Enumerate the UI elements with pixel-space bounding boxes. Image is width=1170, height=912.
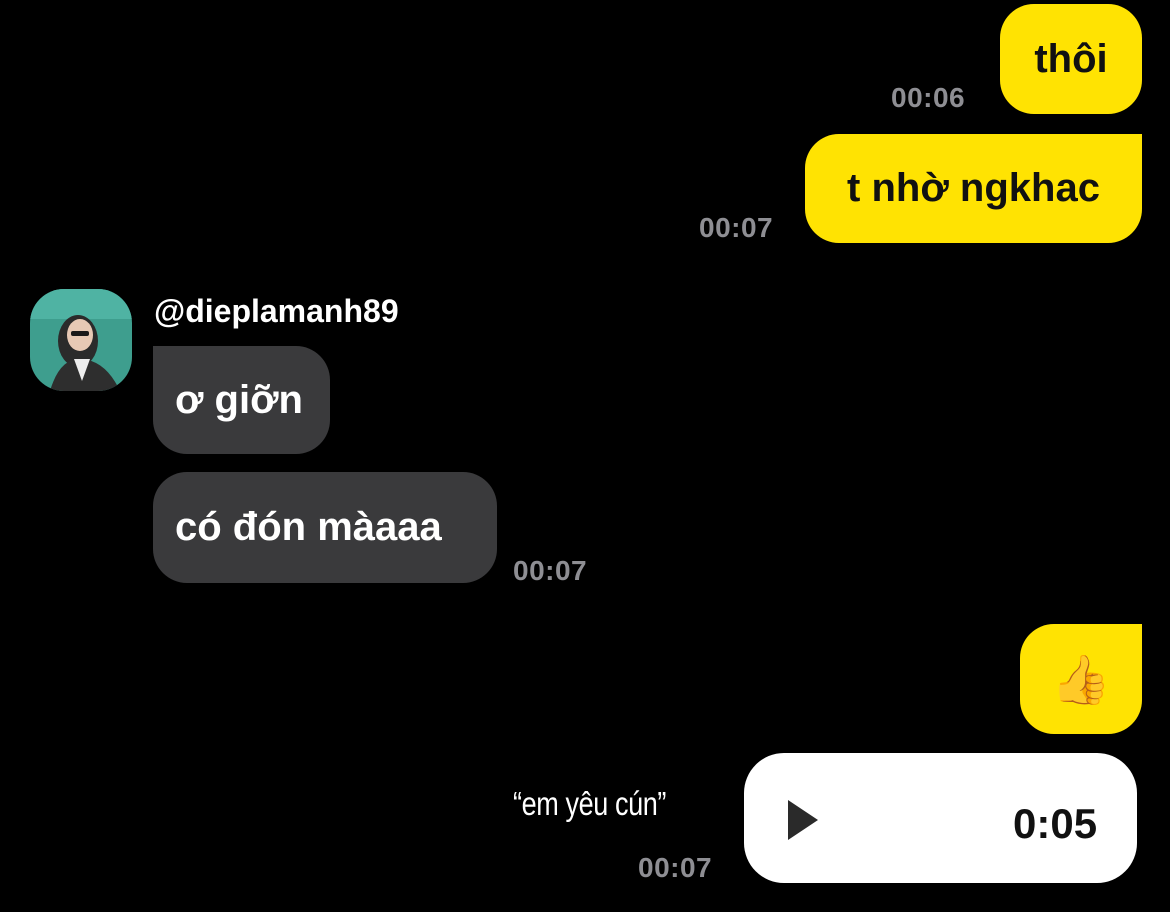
incoming-message-bubble[interactable]: có đón màaaa — [153, 472, 497, 583]
voice-message-caption: “em yêu cún” — [513, 785, 666, 822]
sender-username[interactable]: @dieplamanh89 — [154, 293, 399, 330]
voice-message-duration: 0:05 — [1013, 800, 1098, 847]
avatar[interactable] — [30, 289, 132, 391]
thumbs-up-emoji: 👍 — [1051, 653, 1111, 707]
message-text: t nhờ ngkhac — [847, 166, 1100, 210]
message-timestamp: 00:07 — [638, 852, 713, 883]
outgoing-message-bubble[interactable]: thôi — [1000, 4, 1142, 114]
outgoing-message-bubble[interactable]: 👍 — [1020, 624, 1142, 734]
avatar-photo — [30, 289, 132, 391]
message-text: ơ giỡn — [175, 377, 303, 422]
message-text: có đón màaaa — [175, 505, 442, 549]
message-timestamp: 00:07 — [699, 212, 774, 243]
outgoing-message-bubble[interactable]: t nhờ ngkhac — [805, 134, 1142, 243]
message-timestamp: 00:06 — [891, 82, 966, 113]
message-timestamp: 00:07 — [513, 555, 588, 586]
incoming-message-bubble[interactable]: ơ giỡn — [153, 346, 330, 454]
play-icon[interactable] — [786, 798, 820, 842]
message-text: thôi — [1034, 36, 1108, 81]
